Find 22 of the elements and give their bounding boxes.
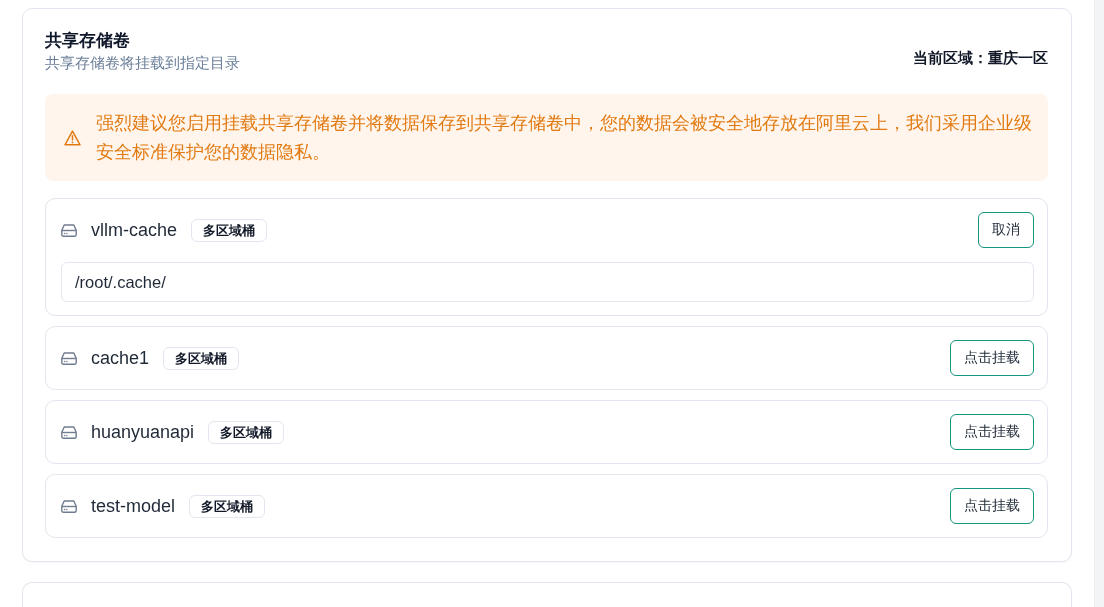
region-tag: 多区域桶 xyxy=(189,494,266,518)
volume-name: test-model xyxy=(91,495,176,517)
current-region: 当前区域：重庆一区 xyxy=(913,48,1048,68)
drive-icon xyxy=(61,223,77,237)
drive-icon xyxy=(61,351,77,365)
mount-button[interactable]: 点击挂载 xyxy=(950,340,1034,376)
panel-subtitle: 共享存储卷将挂载到指定目录 xyxy=(45,53,240,73)
alert-text: 强烈建议您启用挂载共享存储卷并将数据保存到共享存储卷中，您的数据会被安全地存放在阿里云上，我们采用企业级安全标准保护您的数据隐私。 xyxy=(96,112,1033,164)
panel-title: 共享存储卷 xyxy=(45,30,131,52)
region-tag: 多区域桶 xyxy=(191,218,268,242)
volume-name: huanyuanapi xyxy=(91,421,195,443)
mount-path-field[interactable]: /root/.cache/ xyxy=(61,262,1034,302)
drive-icon xyxy=(61,499,77,513)
cancel-button[interactable]: 取消 xyxy=(978,212,1034,248)
mount-button[interactable]: 点击挂载 xyxy=(950,414,1034,450)
volume-name: vllm-cache xyxy=(91,219,178,241)
mount-button[interactable]: 点击挂载 xyxy=(950,488,1034,524)
volume-name: cache1 xyxy=(91,347,150,369)
region-tag: 多区域桶 xyxy=(163,346,240,370)
region-tag: 多区域桶 xyxy=(208,420,285,444)
drive-icon xyxy=(61,425,77,439)
warning-icon xyxy=(64,130,81,146)
